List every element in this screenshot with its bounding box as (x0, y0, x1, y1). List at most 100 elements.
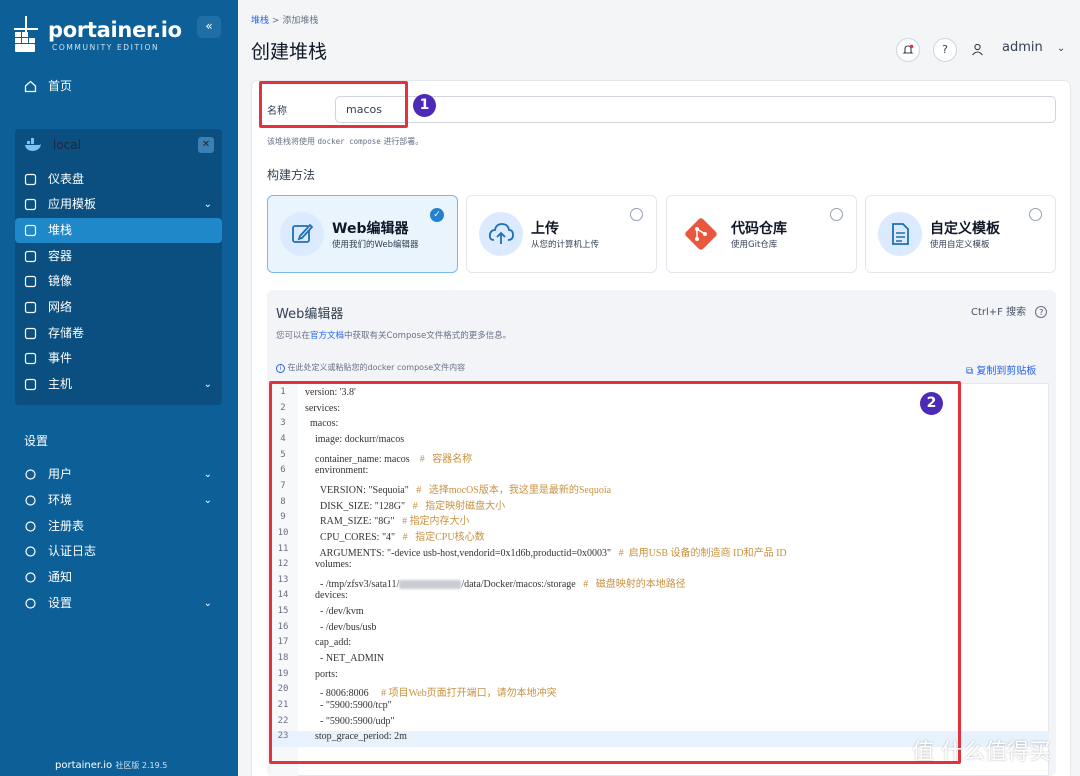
image-icon (24, 275, 37, 288)
method-title: 上传 (531, 221, 559, 237)
annotation-box-name (259, 81, 408, 128)
sidebar-item-template[interactable]: 应用模板 ⌄ (15, 192, 222, 217)
environment-header: local ✕ (15, 132, 222, 158)
method-web-editor[interactable]: Web编辑器 使用我们的Web编辑器 ✓ (267, 195, 458, 273)
method-upload[interactable]: 上传 从您的计算机上传 (466, 195, 657, 273)
sidebar-item-dashboard[interactable]: 仪表盘 (15, 167, 222, 192)
portainer-logo[interactable]: portainer.io COMMUNITY EDITION (12, 16, 192, 56)
footer-brand: portainer.io (55, 760, 113, 771)
dashboard-icon (24, 173, 37, 186)
sidebar-item-label: 事件 (48, 351, 73, 365)
breadcrumb-current: 添加堆栈 (282, 16, 319, 26)
sidebar-item-label: 首页 (48, 79, 73, 93)
annotation-box-editor (269, 381, 961, 764)
copy-icon: ⧉ (966, 366, 974, 377)
chevron-down-icon: ⌄ (203, 495, 212, 506)
environment-name: local (53, 138, 81, 152)
docs-link[interactable]: 官方文档 (310, 331, 344, 341)
sidebar-item-users[interactable]: 用户 ⌄ (15, 462, 222, 487)
method-repository[interactable]: 代码仓库 使用Git仓库 (666, 195, 857, 273)
sidebar-item-label: 主机 (48, 377, 73, 391)
breadcrumb-link-stacks[interactable]: 堆栈 (251, 16, 269, 26)
deploy-hint: 该堆栈将使用 docker compose 进行部署。 (267, 136, 423, 147)
user-name: admin (1002, 40, 1043, 55)
hint-suffix: 进行部署。 (383, 137, 424, 146)
sidebar-item-environment[interactable]: 环境 ⌄ (15, 488, 222, 513)
chevron-down-icon: ⌄ (203, 379, 212, 390)
sidebar-item-host[interactable]: 主机 ⌄ (15, 372, 222, 397)
sidebar-item-label: 仪表盘 (48, 172, 85, 186)
user-menu[interactable]: admin ⌄ (1002, 40, 1065, 55)
sidebar-item-image[interactable]: 镜像 (15, 269, 222, 294)
sidebar-item-container[interactable]: 容器 (15, 244, 222, 269)
sidebar-item-stack[interactable]: 堆栈 (15, 218, 222, 243)
host-icon (24, 378, 37, 391)
notifications-button[interactable] (896, 38, 920, 62)
sidebar-footer: portainer.io 社区版 2.19.5 (55, 760, 167, 771)
method-title: 自定义模板 (930, 221, 1000, 237)
settings-section-title: 设置 (24, 434, 49, 448)
desc-prefix: 您可以在 (276, 331, 311, 341)
sidebar-item-label: 用户 (48, 467, 73, 481)
close-environment-button[interactable]: ✕ (198, 137, 214, 153)
sidebar-item-event[interactable]: 事件 (15, 346, 222, 371)
chevron-down-icon: ⌄ (203, 469, 212, 480)
network-icon (24, 301, 37, 314)
edit-icon (280, 212, 324, 256)
sidebar-item-auth-log[interactable]: 认证日志 (15, 539, 222, 564)
chevron-down-icon: ⌄ (203, 598, 212, 609)
page-title: 创建堆栈 (251, 41, 328, 63)
help-button[interactable]: ? (933, 38, 957, 62)
sidebar-item-label: 通知 (48, 570, 73, 584)
method-radio[interactable] (1029, 208, 1042, 221)
annotation-badge-2: 2 (920, 392, 943, 415)
info-icon: i (276, 364, 285, 373)
method-radio[interactable] (630, 208, 643, 221)
copy-to-clipboard-button[interactable]: ⧉ 复制到剪贴板 (966, 362, 1036, 377)
bell-alert-icon (902, 44, 914, 54)
sidebar-item-label: 容器 (48, 249, 73, 263)
auth-log-icon (25, 546, 36, 557)
breadcrumb: 堆栈 > 添加堆栈 (251, 13, 318, 26)
chevron-down-icon: ⌄ (1056, 43, 1066, 54)
sidebar-item-label: 存储卷 (48, 326, 85, 340)
sidebar-item-label: 堆栈 (48, 223, 73, 237)
document-icon (878, 212, 922, 256)
stack-name-input[interactable] (335, 96, 1056, 123)
footer-version: 社区版 2.19.5 (115, 761, 168, 770)
hint-prefix: 该堆栈将使用 (267, 137, 315, 146)
editor-title: Web编辑器 (276, 307, 344, 322)
search-hint-text: Ctrl+F 搜索 (971, 307, 1027, 318)
method-desc: 从您的计算机上传 (531, 240, 600, 250)
sidebar-item-label: 注册表 (48, 519, 85, 533)
check-icon: ✓ (430, 208, 444, 222)
method-title: 代码仓库 (731, 221, 787, 237)
sidebar-item-bell[interactable]: 通知 (15, 565, 222, 590)
sidebar-item-label: 环境 (48, 493, 73, 507)
template-icon (24, 198, 37, 211)
method-title: Web编辑器 (332, 221, 409, 237)
container-icon (24, 250, 37, 263)
annotation-badge-1: 1 (413, 94, 436, 117)
gear-icon (25, 598, 36, 609)
home-icon (24, 80, 37, 93)
breadcrumb-separator: > (271, 16, 280, 26)
collapse-sidebar-button[interactable]: « (197, 16, 221, 38)
sidebar-item-volume[interactable]: 存储卷 (15, 321, 222, 346)
docker-icon (25, 138, 41, 151)
method-radio[interactable] (830, 208, 843, 221)
sidebar-item-gear[interactable]: 设置 ⌄ (15, 591, 222, 616)
sidebar-item-label: 应用模板 (48, 197, 97, 211)
user-icon (970, 38, 984, 62)
watermark: 值 什么值得买 (912, 740, 1051, 765)
sidebar-item-network[interactable]: 网络 (15, 295, 222, 320)
sidebar-item-registry[interactable]: 注册表 (15, 514, 222, 539)
sidebar-item-label: 网络 (48, 300, 73, 314)
help-icon[interactable]: ? (1035, 306, 1048, 318)
editor-note: i 在此处定义或粘贴您的docker compose文件内容 (276, 362, 465, 373)
copy-label: 复制到剪贴板 (976, 366, 1037, 377)
method-custom-template[interactable]: 自定义模板 使用自定义模板 (865, 195, 1056, 273)
sidebar-item-home[interactable]: 首页 (15, 74, 222, 99)
volume-icon (24, 327, 37, 340)
editor-search-hint: Ctrl+F 搜索 ? (971, 303, 1048, 318)
